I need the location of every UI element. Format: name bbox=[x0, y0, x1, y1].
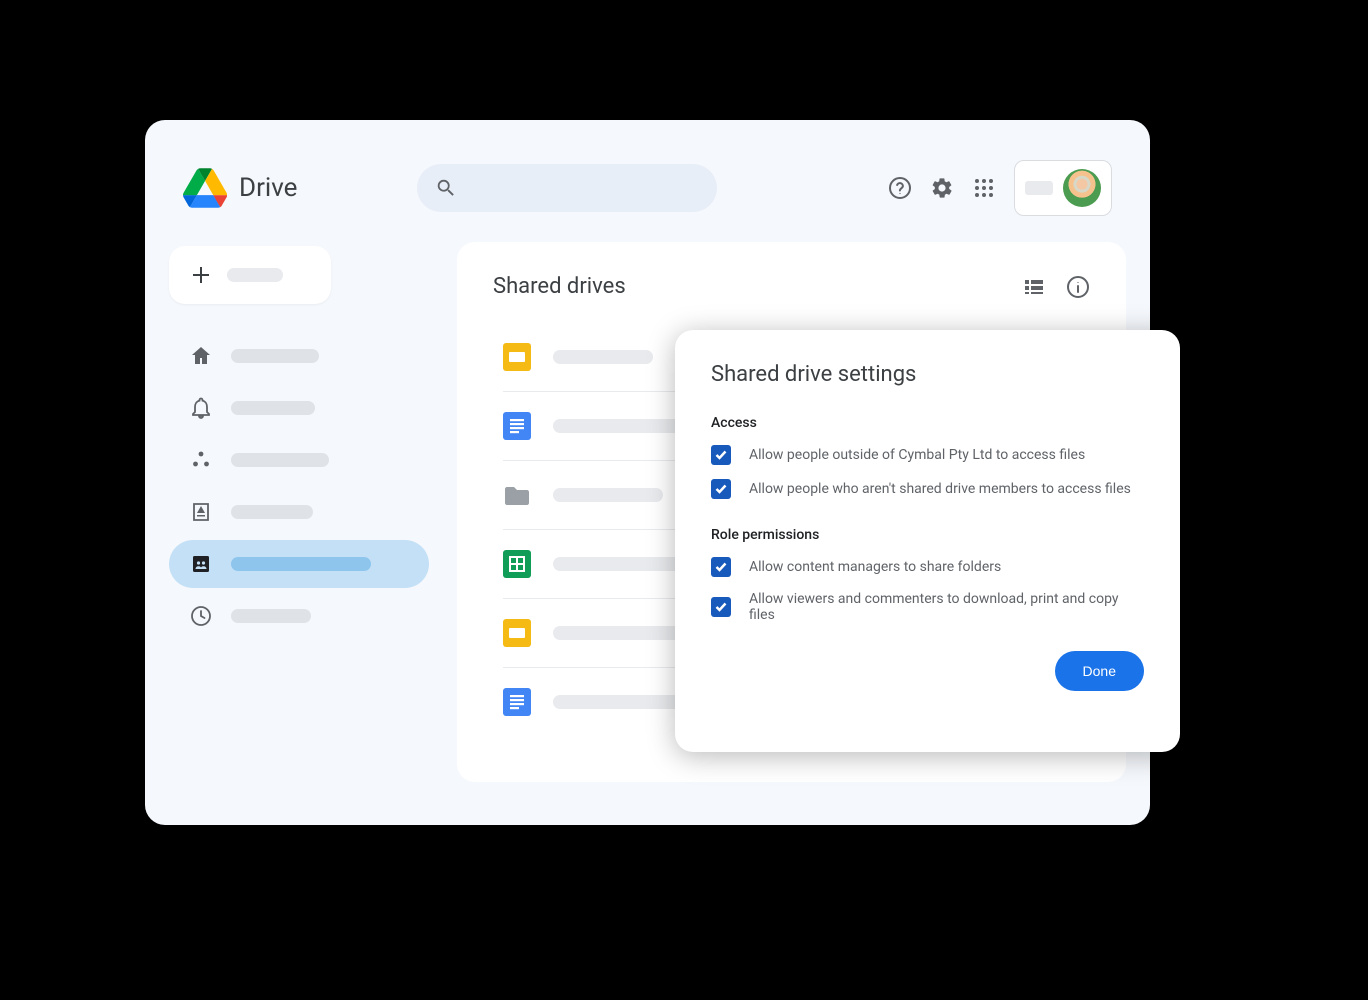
header: Drive bbox=[145, 120, 1150, 218]
sidebar-item-home[interactable] bbox=[169, 332, 429, 380]
my-drive-icon bbox=[189, 500, 213, 524]
sidebar-item-my-drive[interactable] bbox=[169, 488, 429, 536]
workspaces-icon bbox=[189, 448, 213, 472]
nav-label-placeholder bbox=[231, 609, 311, 623]
role-checkbox-row-1: Allow viewers and commenters to download… bbox=[711, 591, 1144, 623]
recent-icon bbox=[189, 604, 213, 628]
help-icon[interactable] bbox=[888, 176, 912, 200]
checkmark-icon bbox=[715, 484, 727, 494]
panel-actions bbox=[1022, 275, 1090, 299]
home-icon bbox=[189, 344, 213, 368]
access-checkbox-row-0: Allow people outside of Cymbal Pty Ltd t… bbox=[711, 445, 1144, 465]
access-checkbox-0[interactable] bbox=[711, 445, 731, 465]
sidebar-item-recent[interactable] bbox=[169, 592, 429, 640]
new-button[interactable] bbox=[169, 246, 331, 304]
access-label-0: Allow people outside of Cymbal Pty Ltd t… bbox=[749, 447, 1085, 463]
sidebar-item-shared-drives[interactable] bbox=[169, 540, 429, 588]
folder-file-icon bbox=[503, 481, 531, 509]
done-button[interactable]: Done bbox=[1055, 651, 1144, 691]
access-checkbox-1[interactable] bbox=[711, 479, 731, 499]
sheets-file-icon bbox=[503, 550, 531, 578]
docs-file-icon bbox=[503, 688, 531, 716]
file-name-placeholder bbox=[553, 350, 653, 364]
checkmark-icon bbox=[715, 450, 727, 460]
plus-icon bbox=[189, 263, 213, 287]
sidebar-item-workspaces[interactable] bbox=[169, 436, 429, 484]
role-label-0: Allow content managers to share folders bbox=[749, 559, 1001, 575]
access-label-1: Allow people who aren't shared drive mem… bbox=[749, 481, 1131, 497]
header-actions bbox=[888, 160, 1112, 216]
new-button-label-placeholder bbox=[227, 268, 283, 282]
panel-header: Shared drives bbox=[493, 274, 1126, 299]
logo-wrap: Drive bbox=[183, 168, 297, 208]
app-title: Drive bbox=[239, 173, 297, 203]
nav-label-placeholder bbox=[231, 557, 371, 571]
file-name-placeholder bbox=[553, 419, 683, 433]
sidebar-item-activity[interactable] bbox=[169, 384, 429, 432]
role-section-title: Role permissions bbox=[711, 527, 1144, 543]
panel-title: Shared drives bbox=[493, 274, 626, 299]
search-icon bbox=[435, 177, 457, 199]
dialog-title: Shared drive settings bbox=[711, 362, 1144, 387]
search-input[interactable] bbox=[417, 164, 717, 212]
slides-file-icon bbox=[503, 619, 531, 647]
nav-label-placeholder bbox=[231, 349, 319, 363]
apps-grid-icon[interactable] bbox=[972, 176, 996, 200]
nav-label-placeholder bbox=[231, 453, 329, 467]
role-label-1: Allow viewers and commenters to download… bbox=[749, 591, 1144, 623]
docs-file-icon bbox=[503, 412, 531, 440]
avatar bbox=[1063, 169, 1101, 207]
account-label-placeholder bbox=[1025, 181, 1053, 195]
nav bbox=[169, 332, 439, 640]
nav-label-placeholder bbox=[231, 401, 315, 415]
checkmark-icon bbox=[715, 562, 727, 572]
details-info-icon[interactable] bbox=[1066, 275, 1090, 299]
slides-file-icon bbox=[503, 343, 531, 371]
drive-logo-icon bbox=[183, 168, 227, 208]
shared-drives-icon bbox=[189, 552, 213, 576]
activity-icon bbox=[189, 396, 213, 420]
dialog-footer: Done bbox=[711, 651, 1144, 691]
sidebar bbox=[169, 242, 439, 782]
access-checkbox-row-1: Allow people who aren't shared drive mem… bbox=[711, 479, 1144, 499]
shared-drive-settings-dialog: Shared drive settings Access Allow peopl… bbox=[675, 330, 1180, 752]
list-view-icon[interactable] bbox=[1022, 275, 1046, 299]
role-checkbox-row-0: Allow content managers to share folders bbox=[711, 557, 1144, 577]
settings-gear-icon[interactable] bbox=[930, 176, 954, 200]
file-name-placeholder bbox=[553, 488, 663, 502]
checkmark-icon bbox=[715, 602, 727, 612]
role-checkbox-0[interactable] bbox=[711, 557, 731, 577]
account-switcher[interactable] bbox=[1014, 160, 1112, 216]
nav-label-placeholder bbox=[231, 505, 313, 519]
access-section-title: Access bbox=[711, 415, 1144, 431]
role-checkbox-1[interactable] bbox=[711, 597, 731, 617]
